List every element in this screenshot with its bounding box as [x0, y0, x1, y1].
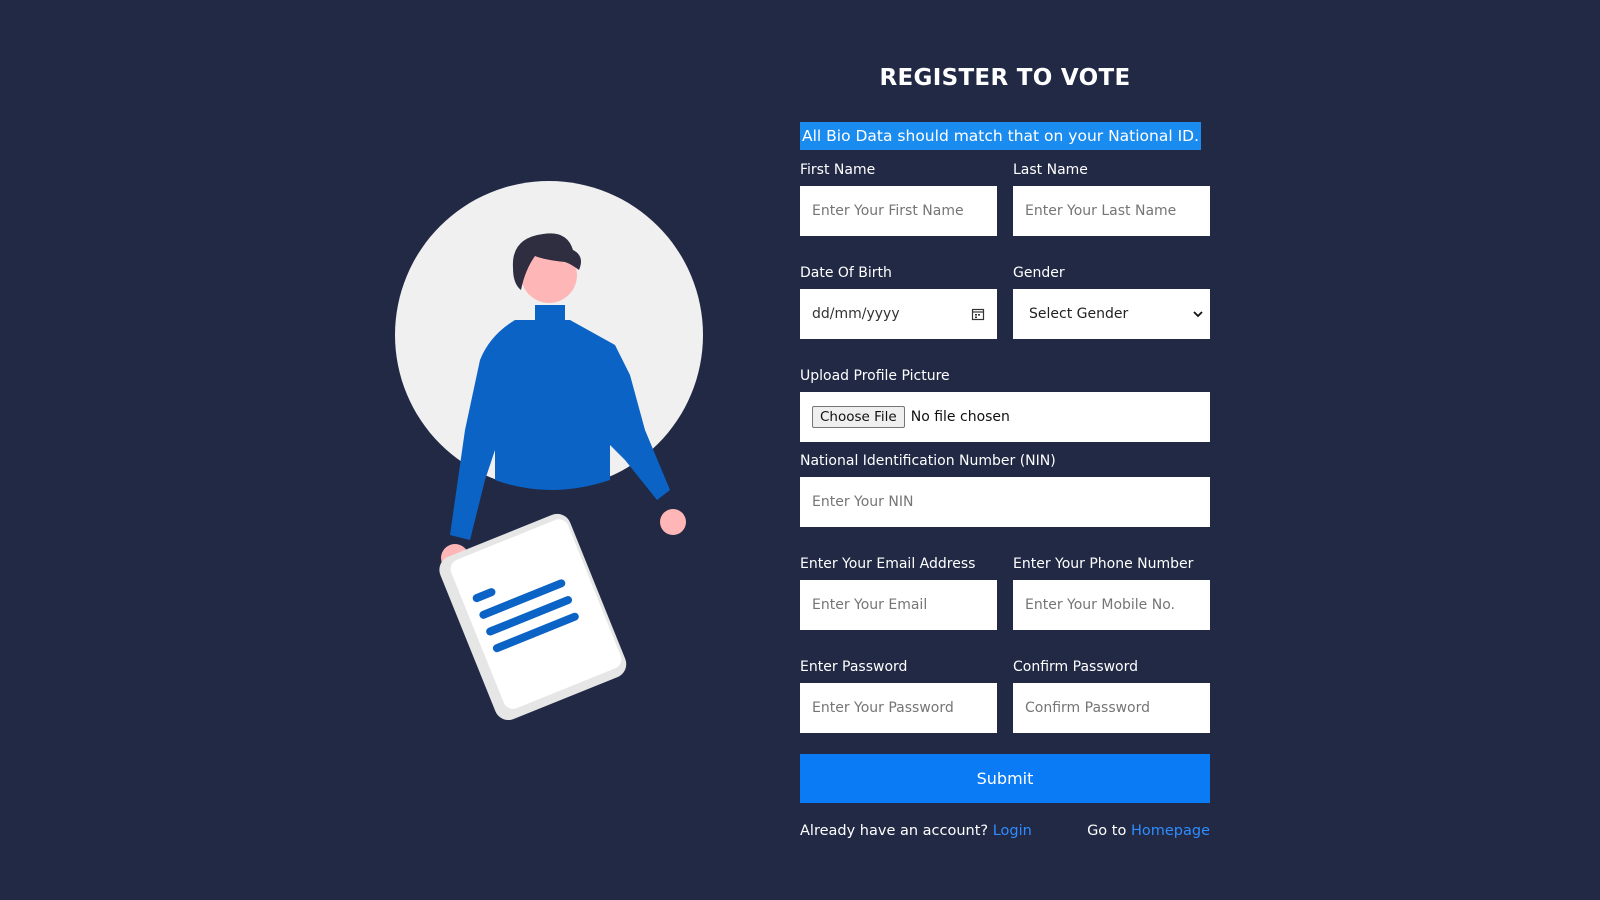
login-prompt: Already have an account?: [800, 823, 989, 839]
email-label: Enter Your Email Address: [800, 556, 976, 572]
confirm-password-group: Confirm Password: [1013, 657, 1210, 733]
nin-label: National Identification Number (NIN): [800, 453, 1056, 469]
gender-selected-value: Select Gender: [1029, 306, 1129, 322]
dob-input[interactable]: dd/mm/yyyy: [800, 289, 997, 339]
calendar-icon[interactable]: [971, 307, 985, 321]
first-name-input[interactable]: [800, 186, 997, 236]
registration-page: REGISTER TO VOTE All Bio Data should mat…: [0, 0, 1600, 900]
first-name-label: First Name: [800, 162, 876, 178]
form-footer: Already have an account? Login Go to Hom…: [800, 823, 1210, 839]
password-label: Enter Password: [800, 659, 908, 675]
nin-group: National Identification Number (NIN): [800, 451, 1210, 527]
homepage-link[interactable]: Homepage: [1131, 823, 1210, 839]
nin-input[interactable]: [800, 477, 1210, 527]
dob-label: Date Of Birth: [800, 265, 892, 281]
profile-picture-label: Upload Profile Picture: [800, 368, 950, 384]
phone-label: Enter Your Phone Number: [1013, 556, 1194, 572]
email-input[interactable]: [800, 580, 997, 630]
chevron-down-icon: [1192, 308, 1204, 320]
email-group: Enter Your Email Address: [800, 554, 997, 630]
last-name-label: Last Name: [1013, 162, 1088, 178]
person-with-document-illustration: [395, 181, 703, 720]
homepage-prompt: Go to: [1087, 823, 1127, 839]
registration-form: REGISTER TO VOTE All Bio Data should mat…: [800, 62, 1210, 839]
login-prompt-group: Already have an account? Login: [800, 823, 1032, 839]
dob-group: Date Of Birth dd/mm/yyyy: [800, 263, 997, 339]
choose-file-button[interactable]: Choose File: [812, 406, 905, 428]
login-link[interactable]: Login: [993, 823, 1032, 839]
page-title: REGISTER TO VOTE: [879, 65, 1131, 91]
first-name-group: First Name: [800, 160, 997, 236]
bio-data-notice: All Bio Data should match that on your N…: [800, 122, 1202, 150]
gender-group: Gender Select Gender: [1013, 263, 1210, 339]
phone-group: Enter Your Phone Number: [1013, 554, 1210, 630]
gender-select[interactable]: Select Gender: [1013, 289, 1210, 339]
last-name-group: Last Name: [1013, 160, 1210, 236]
confirm-password-input[interactable]: [1013, 683, 1210, 733]
password-input[interactable]: [800, 683, 997, 733]
last-name-input[interactable]: [1013, 186, 1210, 236]
profile-picture-input: Choose File No file chosen: [800, 392, 1210, 442]
file-status: No file chosen: [910, 409, 1010, 425]
phone-input[interactable]: [1013, 580, 1210, 630]
dob-value: dd/mm/yyyy: [812, 306, 900, 322]
profile-picture-group: Upload Profile Picture Choose File No fi…: [800, 366, 1210, 442]
gender-label: Gender: [1013, 265, 1065, 281]
submit-button[interactable]: Submit: [800, 754, 1210, 803]
confirm-password-label: Confirm Password: [1013, 659, 1139, 675]
password-group: Enter Password: [800, 657, 997, 733]
homepage-prompt-group: Go to Homepage: [1087, 823, 1210, 839]
